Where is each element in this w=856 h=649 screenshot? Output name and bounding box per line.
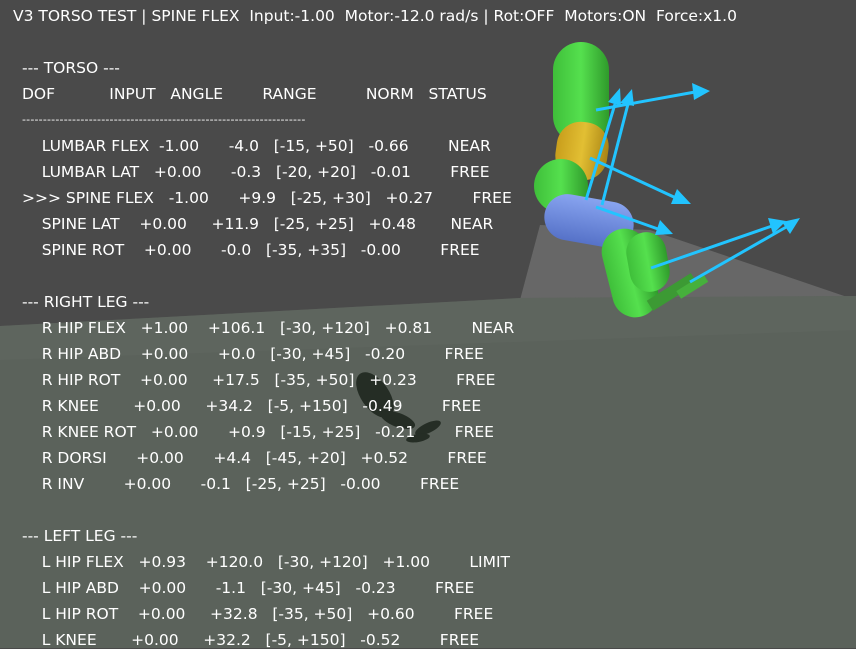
left-leg-joint-row: L HIP ABD +0.00 -1.1 [-30, +45] -0.23 FR…: [22, 579, 475, 597]
left-leg-section-header: --- LEFT LEG ---: [22, 527, 138, 545]
status-bar: V3 TORSO TEST | SPINE FLEX Input:-1.00 M…: [13, 7, 737, 25]
right-leg-joint-row: R HIP ABD +0.00 +0.0 [-30, +45] -0.20 FR…: [22, 345, 484, 363]
left-leg-joint-row: L HIP FLEX +0.93 +120.0 [-30, +120] +1.0…: [22, 553, 511, 571]
torso-joint-row: LUMBAR LAT +0.00 -0.3 [-20, +20] -0.01 F…: [22, 163, 490, 181]
right-leg-joint-row: R HIP FLEX +1.00 +106.1 [-30, +120] +0.8…: [22, 319, 515, 337]
right-leg-joint-row: R DORSI +0.00 +4.4 [-45, +20] +0.52 FREE: [22, 449, 487, 467]
torso-joint-row: SPINE ROT +0.00 -0.0 [-35, +35] -0.00 FR…: [22, 241, 480, 259]
joint-table-column-headers: DOF INPUT ANGLE RANGE NORM STATUS: [22, 85, 487, 103]
right-leg-joint-row: R INV +0.00 -0.1 [-25, +25] -0.00 FREE: [22, 475, 460, 493]
torso-joint-row: LUMBAR FLEX -1.00 -4.0 [-15, +50] -0.66 …: [22, 137, 491, 155]
torso-section-header: --- TORSO ---: [22, 59, 120, 77]
torso-joint-row: SPINE LAT +0.00 +11.9 [-25, +25] +0.48 N…: [22, 215, 494, 233]
left-leg-joint-row: L HIP ROT +0.00 +32.8 [-35, +50] +0.60 F…: [22, 605, 494, 623]
right-leg-section-header: --- RIGHT LEG ---: [22, 293, 150, 311]
joint-table-separator: ----------------------------------------…: [22, 113, 306, 126]
left-leg-joint-row: L KNEE +0.00 +32.2 [-5, +150] -0.52 FREE: [22, 631, 480, 649]
right-leg-joint-row: R KNEE ROT +0.00 +0.9 [-15, +25] -0.21 F…: [22, 423, 494, 441]
torso-joint-row: >>> SPINE FLEX -1.00 +9.9 [-25, +30] +0.…: [22, 189, 512, 207]
right-leg-joint-row: R KNEE +0.00 +34.2 [-5, +150] -0.49 FREE: [22, 397, 482, 415]
right-leg-joint-row: R HIP ROT +0.00 +17.5 [-35, +50] +0.23 F…: [22, 371, 496, 389]
